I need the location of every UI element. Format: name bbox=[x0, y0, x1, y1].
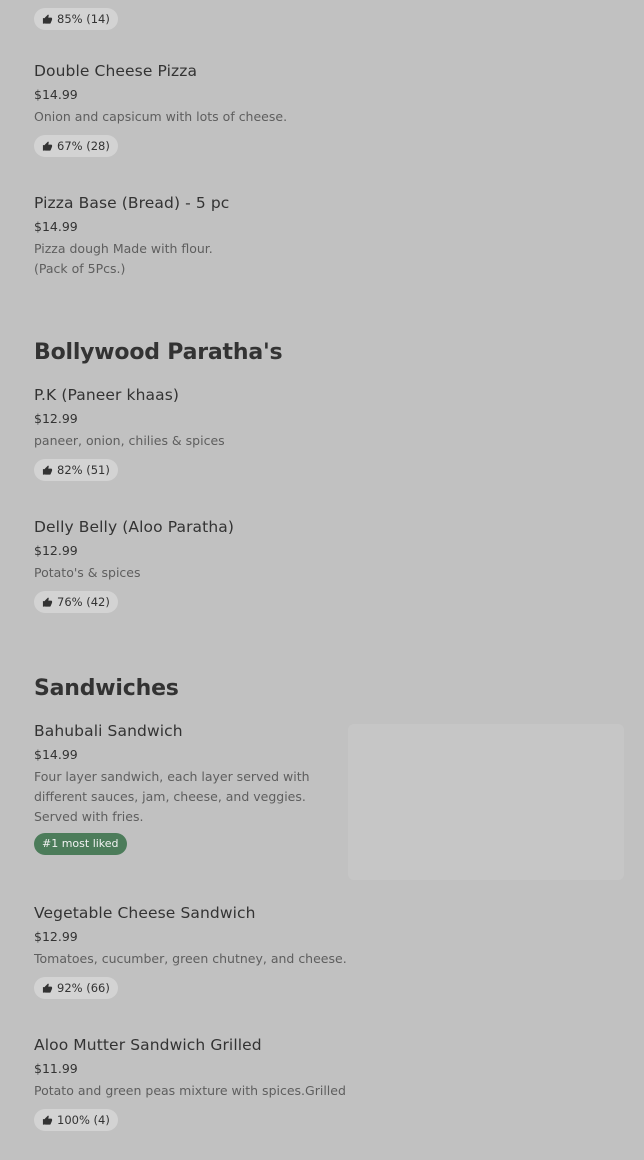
item-name: P.K (Paneer khaas) bbox=[34, 386, 180, 404]
item-name: Aloo Mutter Sandwich Grilled bbox=[34, 1036, 262, 1054]
item-price: $11.99 bbox=[34, 1061, 78, 1076]
item-description-line: (Pack of 5Pcs.) bbox=[34, 261, 126, 276]
rating-pill: 92% (66) bbox=[34, 977, 118, 999]
menu-item[interactable]: P.K (Paneer khaas) $12.99 paneer, onion,… bbox=[34, 386, 634, 481]
menu-item[interactable]: Double Cheese Pizza $14.99 Onion and cap… bbox=[34, 62, 634, 157]
item-description: Pizza dough Made with flour. (Pack of 5P… bbox=[34, 239, 634, 279]
rating-pill: 67% (28) bbox=[34, 135, 118, 157]
rating-pill: 82% (51) bbox=[34, 459, 118, 481]
item-description-line: Four layer sandwich, each layer served w… bbox=[34, 769, 310, 784]
item-description-line: Pizza dough Made with flour. bbox=[34, 241, 213, 256]
item-description-line: Served with fries. bbox=[34, 809, 144, 824]
thumbs-up-icon bbox=[42, 140, 53, 151]
thumbs-up-icon bbox=[42, 464, 53, 475]
thumbs-up-icon bbox=[42, 596, 53, 607]
item-description-line: different sauces, jam, cheese, and veggi… bbox=[34, 789, 306, 804]
section-title: Bollywood Paratha's bbox=[34, 340, 283, 365]
item-name: Bahubali Sandwich bbox=[34, 722, 183, 740]
item-price: $14.99 bbox=[34, 87, 78, 102]
item-price: $12.99 bbox=[34, 929, 78, 944]
thumbs-up-icon bbox=[42, 13, 53, 24]
item-price: $12.99 bbox=[34, 411, 78, 426]
section-title: Sandwiches bbox=[34, 676, 179, 701]
item-price: $14.99 bbox=[34, 219, 78, 234]
rating-text: 85% (14) bbox=[57, 12, 110, 26]
rating-pill: 85% (14) bbox=[34, 8, 118, 30]
menu-item[interactable]: Aloo Mutter Sandwich Grilled $11.99 Pota… bbox=[34, 1036, 634, 1131]
item-price: $12.99 bbox=[34, 543, 78, 558]
most-liked-badge: #1 most liked bbox=[34, 832, 127, 855]
rating-text: 100% (4) bbox=[57, 1113, 110, 1127]
menu-item[interactable]: Delly Belly (Aloo Paratha) $12.99 Potato… bbox=[34, 518, 634, 613]
menu-item[interactable]: Bahubali Sandwich $14.99 Four layer sand… bbox=[34, 722, 334, 855]
item-name: Delly Belly (Aloo Paratha) bbox=[34, 518, 234, 536]
menu-item[interactable]: Pizza Base (Bread) - 5 pc $14.99 Pizza d… bbox=[34, 194, 634, 279]
item-name: Vegetable Cheese Sandwich bbox=[34, 904, 256, 922]
rating-text: 92% (66) bbox=[57, 981, 110, 995]
item-description: Potato and green peas mixture with spice… bbox=[34, 1083, 346, 1098]
rating-text: 82% (51) bbox=[57, 463, 110, 477]
menu-item-partial[interactable]: 85% (14) bbox=[34, 8, 634, 30]
item-name: Double Cheese Pizza bbox=[34, 62, 198, 80]
item-description: Onion and capsicum with lots of cheese. bbox=[34, 109, 288, 124]
rating-pill: 76% (42) bbox=[34, 591, 118, 613]
item-price: $14.99 bbox=[34, 747, 78, 762]
item-description: Tomatoes, cucumber, green chutney, and c… bbox=[34, 951, 347, 966]
rating-pill: 100% (4) bbox=[34, 1109, 118, 1131]
item-name: Pizza Base (Bread) - 5 pc bbox=[34, 194, 230, 212]
item-description: paneer, onion, chilies & spices bbox=[34, 433, 225, 448]
thumbs-up-icon bbox=[42, 1114, 53, 1125]
item-image[interactable] bbox=[348, 724, 624, 880]
item-description: Potato's & spices bbox=[34, 565, 141, 580]
rating-text: 76% (42) bbox=[57, 595, 110, 609]
item-description: Four layer sandwich, each layer served w… bbox=[34, 767, 334, 827]
rating-text: 67% (28) bbox=[57, 139, 110, 153]
thumbs-up-icon bbox=[42, 982, 53, 993]
menu-item[interactable]: Vegetable Cheese Sandwich $12.99 Tomatoe… bbox=[34, 904, 634, 999]
